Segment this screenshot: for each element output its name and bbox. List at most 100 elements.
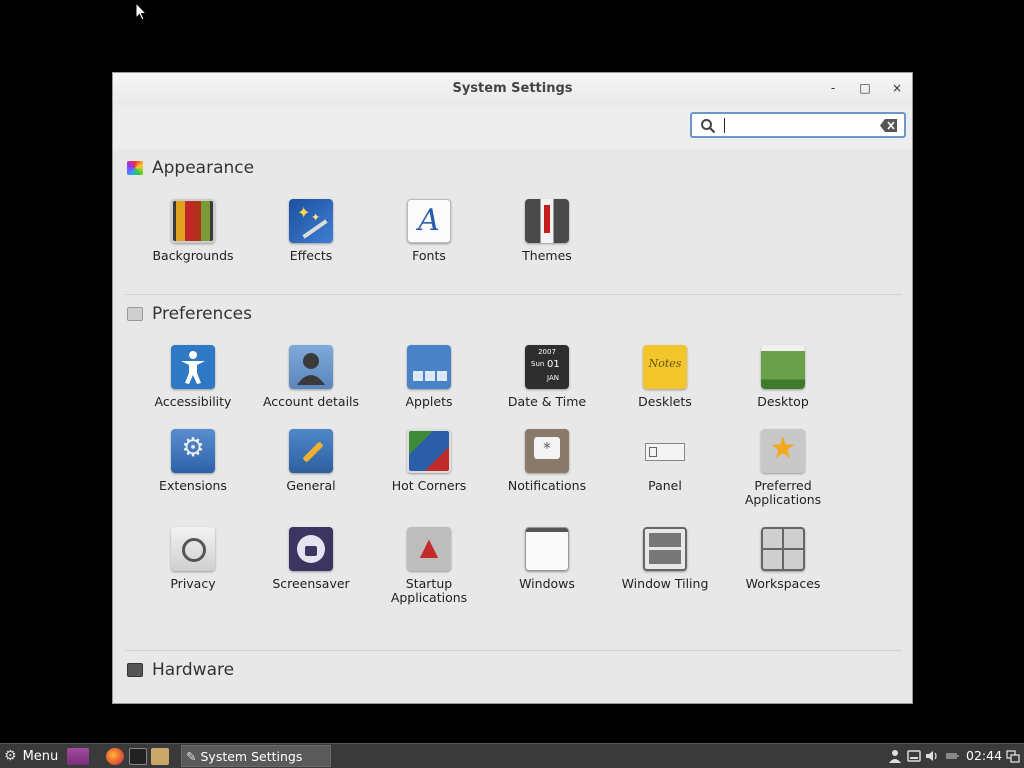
menu-button[interactable]: ⚙ Menu [4,747,58,765]
desklets-icon: Notes [643,345,687,389]
date-day: Sun [531,360,545,368]
battery-icon[interactable] [945,749,959,763]
mouse-cursor-icon [135,2,147,21]
section-divider [125,294,902,295]
section-appearance-header: Appearance [127,156,254,180]
taskbar-task-system-settings[interactable]: ✎ System Settings [181,745,331,767]
show-desktop-icon[interactable] [67,748,89,765]
text-caret [724,118,725,133]
item-screensaver[interactable]: Screensaver [252,527,370,591]
item-label: Desktop [757,394,809,409]
files-folder-icon[interactable] [151,748,169,765]
system-settings-tools-icon: ✎ [186,748,197,764]
account-details-icon [289,345,333,389]
clock[interactable]: 02:44 [966,748,1002,763]
extensions-icon: ⚙ [171,429,215,473]
item-applets[interactable]: Applets [370,345,488,409]
workspace-switcher-icon[interactable] [1006,749,1020,763]
workspaces-icon [761,527,805,571]
window-tiling-icon [643,527,687,571]
item-privacy[interactable]: Privacy [134,527,252,591]
date-num: 01 [547,359,560,370]
accessibility-icon [171,345,215,389]
task-label: System Settings [200,748,303,764]
item-extensions[interactable]: ⚙ Extensions [134,429,252,493]
item-label: Window Tiling [621,576,709,591]
backgrounds-icon [171,199,215,243]
item-label: Windows [519,576,575,591]
hot-corners-icon [407,429,451,473]
date-month: JAN [547,374,559,382]
item-preferred-applications[interactable]: ★ Preferred Applications [724,429,842,507]
fonts-letter: A [418,203,440,238]
section-hardware-header: Hardware [127,658,234,682]
item-label: Privacy [170,576,216,591]
item-window-tiling[interactable]: Window Tiling [606,527,724,591]
item-notifications[interactable]: * Notifications [488,429,606,493]
applets-icon [407,345,451,389]
item-workspaces[interactable]: Workspaces [724,527,842,591]
item-startup-applications[interactable]: ▲ Startup Applications [370,527,488,605]
item-fonts[interactable]: A Fonts [370,199,488,263]
item-label: Applets [405,394,453,409]
firefox-icon[interactable] [106,748,124,765]
date-year: 2007 [538,348,556,356]
user-icon[interactable] [888,749,902,763]
toolbar [113,105,912,149]
item-label: Extensions [159,478,227,493]
item-label: Fonts [412,248,446,263]
search-input[interactable] [690,112,906,138]
volume-icon[interactable] [925,749,939,763]
item-label: Hot Corners [391,478,467,493]
appearance-icon [127,161,143,175]
item-label: Themes [522,248,572,263]
item-label: Date & Time [507,394,587,409]
item-account-details[interactable]: Account details [252,345,370,409]
effects-icon: ✦ ✦ [289,199,333,243]
title-bar[interactable]: System Settings - □ × [113,73,912,105]
section-title: Appearance [152,158,255,178]
terminal-icon[interactable] [129,748,147,765]
preferred-applications-icon: ★ [761,429,805,473]
item-windows[interactable]: Windows [488,527,606,591]
removable-drive-icon[interactable] [907,749,921,763]
item-label: Notifications [507,478,587,493]
item-desklets[interactable]: Notes Desklets [606,345,724,409]
screensaver-icon [289,527,333,571]
item-label: Panel [648,478,682,493]
item-label: Desklets [638,394,692,409]
clear-search-icon[interactable] [880,119,898,132]
windows-icon [525,527,569,571]
privacy-icon [171,527,215,571]
maximize-button[interactable]: □ [857,80,873,96]
item-backgrounds[interactable]: Backgrounds [134,199,252,263]
item-label: Preferred Applications [744,478,822,507]
panel-icon [643,429,687,473]
section-title: Preferences [152,304,252,324]
desklets-note-text: Notes [648,357,682,370]
item-date-time[interactable]: 2007 Sun 01 JAN Date & Time [488,345,606,409]
menu-label: Menu [22,748,59,764]
date-time-icon: 2007 Sun 01 JAN [525,345,569,389]
notifications-icon: * [525,429,569,473]
minimize-button[interactable]: - [825,80,841,96]
item-accessibility[interactable]: Accessibility [134,345,252,409]
item-desktop[interactable]: Desktop [724,345,842,409]
general-icon [289,429,333,473]
item-label: Accessibility [154,394,232,409]
item-panel[interactable]: Panel [606,429,724,493]
settings-content: Appearance Backgrounds ✦ ✦ Effects A Fon… [113,149,912,703]
item-themes[interactable]: Themes [488,199,606,263]
hardware-icon [127,663,143,677]
themes-icon [525,199,569,243]
close-button[interactable]: × [889,80,905,96]
item-hot-corners[interactable]: Hot Corners [370,429,488,493]
menu-gear-icon: ⚙ [4,748,17,764]
item-label: Startup Applications [390,576,468,605]
item-label: Screensaver [272,576,350,591]
item-label: General [286,478,336,493]
fonts-icon: A [407,199,451,243]
item-effects[interactable]: ✦ ✦ Effects [252,199,370,263]
item-general[interactable]: General [252,429,370,493]
startup-applications-icon: ▲ [407,527,451,571]
